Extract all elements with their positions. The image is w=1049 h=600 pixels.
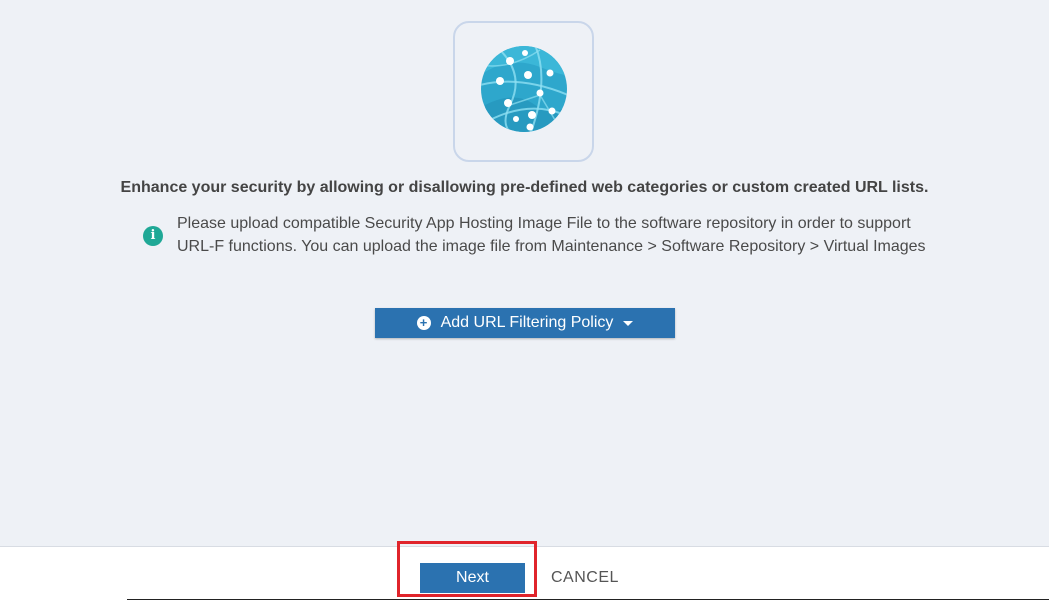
info-icon: i bbox=[143, 226, 163, 246]
page: Enhance your security by allowing or dis… bbox=[0, 0, 1049, 600]
main-content: Enhance your security by allowing or dis… bbox=[0, 0, 1049, 546]
plus-circle-icon: + bbox=[416, 316, 431, 330]
add-url-filtering-policy-label: Add URL Filtering Policy bbox=[440, 314, 614, 331]
next-button[interactable]: Next bbox=[420, 563, 525, 593]
cancel-button[interactable]: CANCEL bbox=[545, 563, 625, 593]
caret-down-icon bbox=[623, 320, 634, 326]
page-headline: Enhance your security by allowing or dis… bbox=[120, 179, 929, 196]
add-url-filtering-policy-button[interactable]: + Add URL Filtering Policy bbox=[375, 308, 675, 338]
info-message: Please upload compatible Security App Ho… bbox=[177, 215, 926, 255]
globe-network-icon bbox=[481, 46, 567, 132]
globe-card bbox=[453, 21, 594, 162]
footer-bar: Next CANCEL bbox=[0, 546, 1049, 600]
